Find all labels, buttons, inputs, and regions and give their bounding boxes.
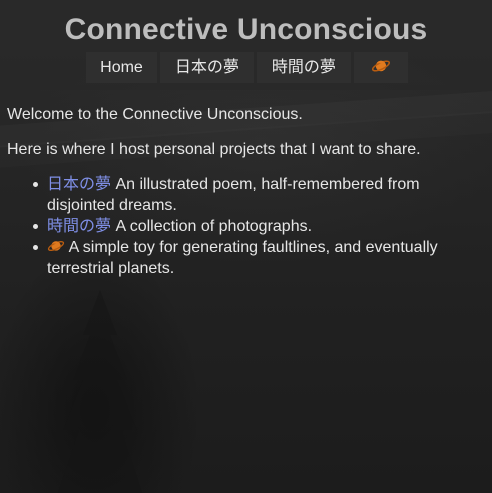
nav-japan-dream-button[interactable]: 日本の夢 [159, 52, 254, 83]
project-list-item: 日本の夢 An illustrated poem, half-remembere… [33, 174, 485, 216]
project-japan-dream-link[interactable]: 日本の夢 [47, 176, 111, 193]
site-header: Connective Unconscious Home 日本の夢 時間の夢 [0, 0, 492, 90]
project-list-item: 時間の夢 A collection of photographs. [33, 216, 485, 237]
nav-time-dream-button[interactable]: 時間の夢 [256, 52, 351, 83]
project-description: A simple toy for generating faultlines, … [47, 239, 438, 277]
main-nav: Home 日本の夢 時間の夢 [2, 52, 492, 83]
project-list-item: A simple toy for generating faultlines, … [33, 237, 485, 279]
main-content: Welcome to the Connective Unconscious. H… [0, 90, 492, 279]
ringed-planet-icon [371, 60, 390, 72]
welcome-text: Welcome to the Connective Unconscious. [7, 106, 303, 123]
background-tree [57, 290, 143, 493]
project-description: A collection of photographs. [115, 218, 313, 235]
nav-planet-button[interactable] [353, 52, 408, 83]
nav-home-button[interactable]: Home [86, 52, 157, 83]
intro-text: Here is where I host personal projects t… [7, 141, 421, 158]
project-time-dream-link[interactable]: 時間の夢 [47, 218, 111, 235]
project-planet-link[interactable] [47, 239, 65, 256]
project-list: 日本の夢 An illustrated poem, half-remembere… [7, 174, 485, 279]
site-title: Connective Unconscious [64, 13, 428, 46]
ringed-planet-icon [47, 241, 65, 252]
